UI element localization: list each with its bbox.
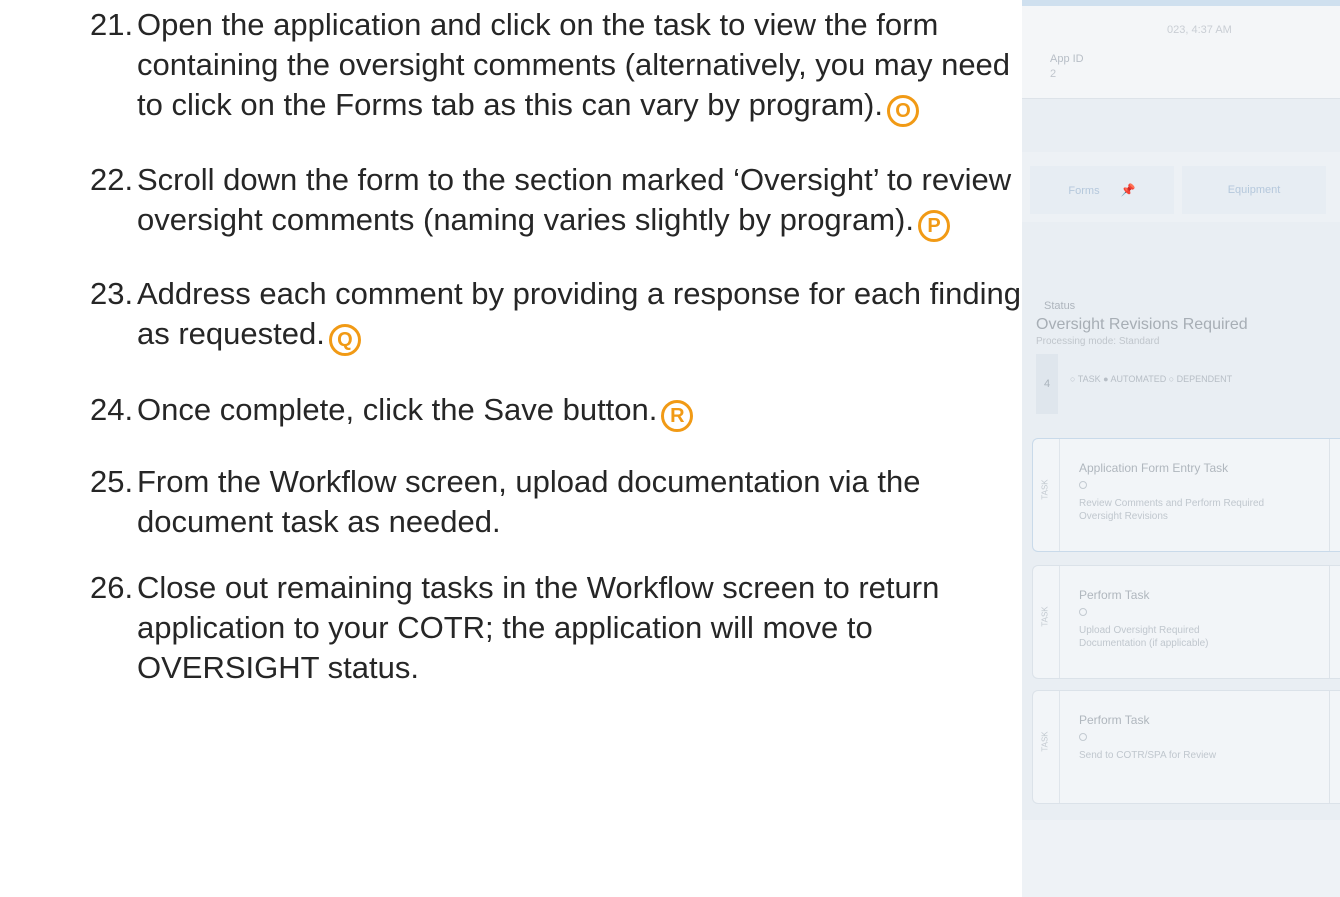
step-text: Scroll down the form to the section mark…: [137, 160, 1337, 242]
step-number: 21.: [90, 7, 134, 42]
callout-badge-r: R: [661, 400, 694, 432]
step-text: Close out remaining tasks in the Workflo…: [137, 568, 1337, 688]
callout-badge-q: Q: [328, 324, 361, 356]
callout-badge-p: P: [918, 210, 950, 242]
step-number: 26.: [90, 570, 134, 605]
step-number: 23.: [90, 276, 134, 311]
step-line: Once complete, click the Save button. R: [137, 390, 1337, 432]
step-number: 22.: [90, 162, 134, 197]
step-line: as requested. Q: [137, 314, 1337, 356]
step-line: oversight comments (naming varies slight…: [137, 200, 1337, 242]
step-text: Open the application and click on the ta…: [137, 5, 1337, 127]
step-line: Address each comment by providing a resp…: [137, 276, 1021, 311]
callout-badge-o: O: [887, 95, 919, 127]
step-text: Once complete, click the Save button. R: [137, 390, 1337, 432]
step-line: Open the application and click on the ta…: [137, 7, 939, 42]
step-text: Address each comment by providing a resp…: [137, 274, 1337, 356]
step-line: to click on the Forms tab as this can va…: [137, 85, 1337, 127]
step-line: document task as needed.: [137, 504, 501, 539]
step-number: 25.: [90, 464, 134, 499]
step-line: Scroll down the form to the section mark…: [137, 162, 1012, 197]
instruction-list: 21. Open the application and click on th…: [0, 0, 1340, 897]
step-line: containing the oversight comments (alter…: [137, 47, 1011, 82]
step-line: application to your COTR; the applicatio…: [137, 610, 873, 645]
step-number: 24.: [90, 392, 134, 427]
step-line: Close out remaining tasks in the Workflo…: [137, 570, 940, 605]
step-line: From the Workflow screen, upload documen…: [137, 464, 921, 499]
step-line: OVERSIGHT status.: [137, 650, 419, 685]
step-text: From the Workflow screen, upload documen…: [137, 462, 1337, 542]
